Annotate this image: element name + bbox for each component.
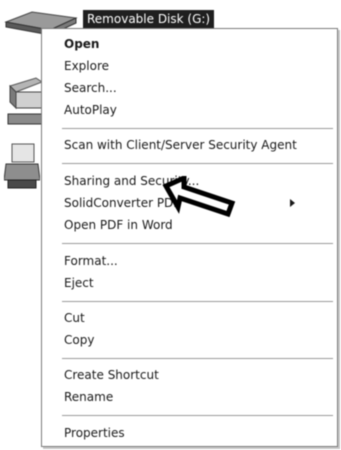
drive-label[interactable]: Removable Disk (G:): [83, 10, 215, 28]
menu-item-autoplay[interactable]: AutoPlay: [64, 102, 117, 118]
menu-item-eject[interactable]: Eject: [64, 275, 94, 291]
menu-separator: [62, 415, 333, 416]
menu-separator: [62, 301, 333, 302]
menu-item-rename[interactable]: Rename: [64, 389, 113, 405]
desktop: Removable Disk (G:) Open Explore Search.…: [0, 0, 341, 450]
menu-item-copy[interactable]: Copy: [64, 332, 94, 348]
menu-separator: [62, 358, 333, 359]
menu-item-create-shortcut[interactable]: Create Shortcut: [64, 367, 159, 383]
menu-item-cut[interactable]: Cut: [64, 310, 85, 326]
menu-item-explore[interactable]: Explore: [64, 58, 109, 74]
menu-item-scan-security-agent[interactable]: Scan with Client/Server Security Agent: [64, 137, 297, 153]
computer-icon[interactable]: [6, 70, 42, 130]
menu-separator: [62, 243, 333, 244]
context-menu: Open Explore Search... AutoPlay Scan wit…: [41, 28, 338, 447]
printer-icon[interactable]: [4, 140, 40, 196]
menu-item-properties[interactable]: Properties: [64, 425, 125, 441]
menu-item-search[interactable]: Search...: [64, 80, 117, 96]
menu-item-open[interactable]: Open: [64, 36, 99, 52]
menu-item-format[interactable]: Format...: [64, 253, 118, 269]
submenu-arrow-icon[interactable]: [290, 199, 295, 207]
menu-item-open-pdf-in-word[interactable]: Open PDF in Word: [64, 217, 173, 233]
menu-separator: [62, 163, 333, 164]
menu-separator: [62, 128, 333, 129]
pointing-arrow-icon: [162, 176, 236, 218]
